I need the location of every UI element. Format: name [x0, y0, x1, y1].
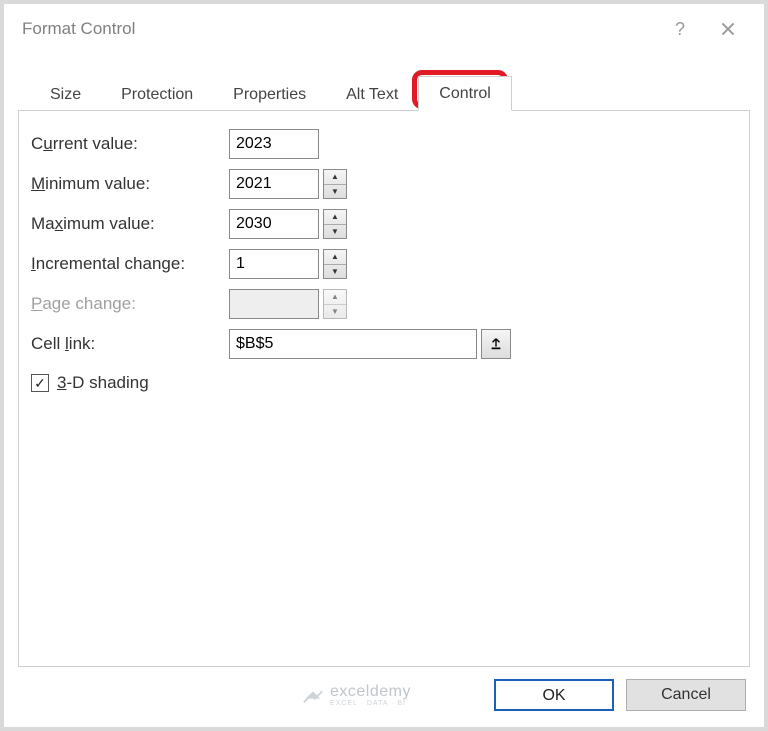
window-title: Format Control — [22, 19, 656, 39]
ok-button[interactable]: OK — [494, 679, 614, 711]
current-value-label: Current value: — [31, 134, 229, 154]
minimum-value-input[interactable] — [229, 169, 319, 199]
cell-link-label: Cell link: — [31, 334, 229, 354]
tab-alt-text[interactable]: Alt Text — [326, 78, 418, 111]
tab-properties[interactable]: Properties — [213, 78, 326, 111]
incremental-change-spinner[interactable]: ▲ ▼ — [323, 249, 347, 279]
tab-strip: Size Protection Properties Alt Text Cont… — [18, 76, 750, 111]
titlebar: Format Control ? — [4, 4, 764, 54]
incremental-change-input[interactable] — [229, 249, 319, 279]
minimum-value-label: Minimum value: — [31, 174, 229, 194]
current-value-input[interactable] — [229, 129, 319, 159]
spin-up-icon: ▲ — [324, 290, 346, 305]
spin-down-icon[interactable]: ▼ — [324, 225, 346, 239]
spin-up-icon[interactable]: ▲ — [324, 210, 346, 225]
spin-down-icon[interactable]: ▼ — [324, 265, 346, 279]
minimum-value-spinner[interactable]: ▲ ▼ — [323, 169, 347, 199]
spin-up-icon[interactable]: ▲ — [324, 250, 346, 265]
spin-down-icon: ▼ — [324, 305, 346, 319]
help-button[interactable]: ? — [656, 9, 704, 49]
page-change-label: Page change: — [31, 294, 229, 314]
page-change-input — [229, 289, 319, 319]
maximum-value-label: Maximum value: — [31, 214, 229, 234]
cell-link-input[interactable] — [229, 329, 477, 359]
cell-link-row: Cell link: — [31, 329, 737, 359]
watermark: exceldemy EXCEL · DATA · BI — [302, 684, 411, 707]
control-panel: Current value: Minimum value: ▲ ▼ Maximu… — [18, 111, 750, 667]
content-area: Size Protection Properties Alt Text Cont… — [4, 54, 764, 667]
watermark-logo-icon — [302, 684, 324, 706]
dialog-footer: exceldemy EXCEL · DATA · BI OK Cancel — [4, 667, 764, 727]
cell-reference-button[interactable] — [481, 329, 511, 359]
spin-up-icon[interactable]: ▲ — [324, 170, 346, 185]
shading-label: 3-D shading — [57, 373, 149, 393]
watermark-main: exceldemy — [330, 684, 411, 700]
incremental-change-row: Incremental change: ▲ ▼ — [31, 249, 737, 279]
shading-checkbox[interactable]: ✓ — [31, 374, 49, 392]
maximum-value-input[interactable] — [229, 209, 319, 239]
current-value-row: Current value: — [31, 129, 737, 159]
tab-protection[interactable]: Protection — [101, 78, 213, 111]
maximum-value-spinner[interactable]: ▲ ▼ — [323, 209, 347, 239]
minimum-value-row: Minimum value: ▲ ▼ — [31, 169, 737, 199]
tab-size[interactable]: Size — [30, 78, 101, 111]
collapse-dialog-icon — [489, 337, 503, 351]
maximum-value-row: Maximum value: ▲ ▼ — [31, 209, 737, 239]
spin-down-icon[interactable]: ▼ — [324, 185, 346, 199]
page-change-row: Page change: ▲ ▼ — [31, 289, 737, 319]
tab-control[interactable]: Control — [418, 76, 512, 111]
cancel-button[interactable]: Cancel — [626, 679, 746, 711]
outer-frame: Format Control ? Size Protection Propert… — [0, 0, 768, 731]
close-button[interactable] — [704, 9, 752, 49]
shading-row: ✓ 3-D shading — [31, 373, 737, 393]
watermark-sub: EXCEL · DATA · BI — [330, 700, 411, 707]
format-control-dialog: Format Control ? Size Protection Propert… — [4, 4, 764, 727]
page-change-spinner: ▲ ▼ — [323, 289, 347, 319]
incremental-change-label: Incremental change: — [31, 254, 229, 274]
